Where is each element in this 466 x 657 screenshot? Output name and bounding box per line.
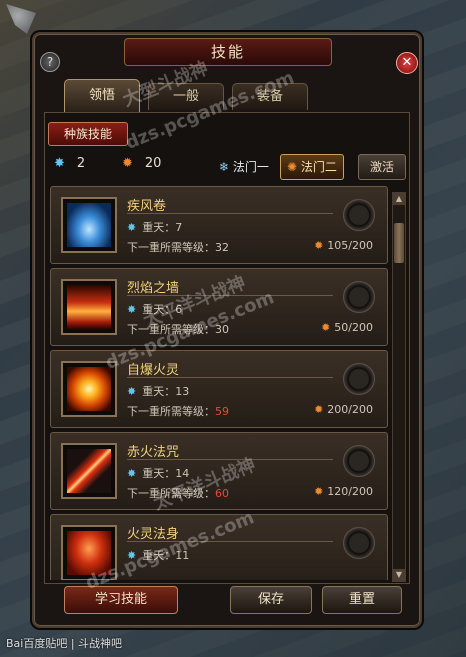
flame-wall-icon (61, 279, 117, 335)
skill-cost: ✹ 50/200 (321, 321, 373, 334)
scroll-down-icon[interactable]: ▼ (393, 569, 405, 581)
skill-name: 火灵法身 (127, 527, 180, 542)
skill-row[interactable]: 赤火法咒 ✸ 重天：14 下一重所需等级：60 ✹ 120/200 (50, 432, 388, 510)
skill-row[interactable]: 自爆火灵 ✸ 重天：13 下一重所需等级：59 ✹ 200/200 (50, 350, 388, 428)
skill-level: ✸ 重天：11 (127, 549, 190, 562)
star-icon: ✸ (127, 549, 137, 562)
skill-name: 赤火法咒 (127, 445, 180, 460)
skill-slot[interactable] (343, 445, 375, 477)
skill-cost: ✹ 105/200 (314, 239, 373, 252)
snowflake-icon: ❄ (219, 160, 230, 174)
flame-icon: ✹ (314, 485, 324, 498)
skill-cost: ✹ 200/200 (314, 403, 373, 416)
tab-equipment[interactable]: 装备 (232, 83, 308, 110)
divider (127, 377, 333, 378)
skill-requirement: 下一重所需等级：30 (127, 323, 229, 336)
star-icon: ✸ (54, 156, 65, 171)
skill-name: 疾风卷 (127, 199, 167, 214)
flame-icon: ✹ (314, 239, 324, 252)
skill-name: 烈焰之墙 (127, 281, 180, 296)
divider (127, 541, 333, 542)
race-skills-tab[interactable]: 种族技能 (48, 122, 128, 146)
star-icon: ✸ (127, 303, 137, 316)
flame-count: ✹ 20 (122, 156, 162, 171)
close-icon[interactable]: ✕ (396, 52, 418, 74)
flame-icon: ✹ (122, 156, 133, 171)
skill-list-scrollbar[interactable]: ▲ ▼ (392, 192, 406, 582)
skill-cost: ✹ 120/200 (314, 485, 373, 498)
divider (127, 213, 333, 214)
whirlwind-icon (61, 197, 117, 253)
star-icon: ✸ (127, 221, 137, 234)
save-button[interactable]: 保存 (230, 586, 312, 614)
activate-button[interactable]: 激活 (358, 154, 406, 180)
skill-slot[interactable] (343, 281, 375, 313)
window-title: 技能 (124, 38, 332, 66)
skill-slot[interactable] (343, 363, 375, 395)
skills-window: 技能 ? ✕ 领悟 一般 装备 种族技能 ✸ 2 ✹ 20 ❄ 法门一 ✺ 法门二 … (32, 32, 422, 628)
skill-requirement: 下一重所需等级：32 (127, 241, 229, 254)
fire-body-icon (61, 525, 117, 580)
tab-comprehend[interactable]: 领悟 (64, 79, 140, 112)
skill-slot[interactable] (343, 199, 375, 231)
flame-icon: ✹ (314, 403, 324, 416)
star-icon: ✸ (127, 467, 137, 480)
skill-slot[interactable] (343, 527, 375, 559)
skill-level: ✸ 重天：7 (127, 221, 183, 234)
skill-row[interactable]: 火灵法身 ✸ 重天：11 (50, 514, 388, 580)
scroll-thumb[interactable] (394, 223, 404, 263)
school-two-button[interactable]: ✺ 法门二 (280, 154, 344, 180)
scroll-up-icon[interactable]: ▲ (393, 193, 405, 205)
skill-requirement: 下一重所需等级：60 (127, 487, 229, 500)
footer-credit: Bai百度贴吧 | 斗战神吧 (6, 637, 123, 650)
tab-general[interactable]: 一般 (148, 83, 224, 110)
flame-icon: ✹ (321, 321, 331, 334)
skill-level: ✸ 重天：6 (127, 303, 183, 316)
skill-level: ✸ 重天：14 (127, 467, 190, 480)
help-icon[interactable]: ? (40, 52, 60, 72)
reset-button[interactable]: 重置 (322, 586, 402, 614)
skill-row[interactable]: 烈焰之墙 ✸ 重天：6 下一重所需等级：30 ✹ 50/200 (50, 268, 388, 346)
fire-blade-icon (61, 443, 117, 499)
divider (127, 459, 333, 460)
school-one-button[interactable]: ❄ 法门一 (212, 154, 276, 180)
skill-row[interactable]: 疾风卷 ✸ 重天：7 下一重所需等级：32 ✹ 105/200 (50, 186, 388, 264)
divider (127, 295, 333, 296)
stats-row: ✸ 2 ✹ 20 ❄ 法门一 ✺ 法门二 激活 (46, 152, 406, 180)
star-count: ✸ 2 (54, 156, 86, 171)
skill-name: 自爆火灵 (127, 363, 180, 378)
skill-level: ✸ 重天：13 (127, 385, 190, 398)
fire-burst-icon (61, 361, 117, 417)
fire-swirl-icon: ✺ (287, 160, 298, 174)
star-icon: ✸ (127, 385, 137, 398)
skill-requirement: 下一重所需等级：59 (127, 405, 229, 418)
learn-skill-button[interactable]: 学习技能 (64, 586, 178, 614)
skill-list: 疾风卷 ✸ 重天：7 下一重所需等级：32 ✹ 105/200 烈焰之墙 ✸ 重天：6… (50, 186, 388, 580)
